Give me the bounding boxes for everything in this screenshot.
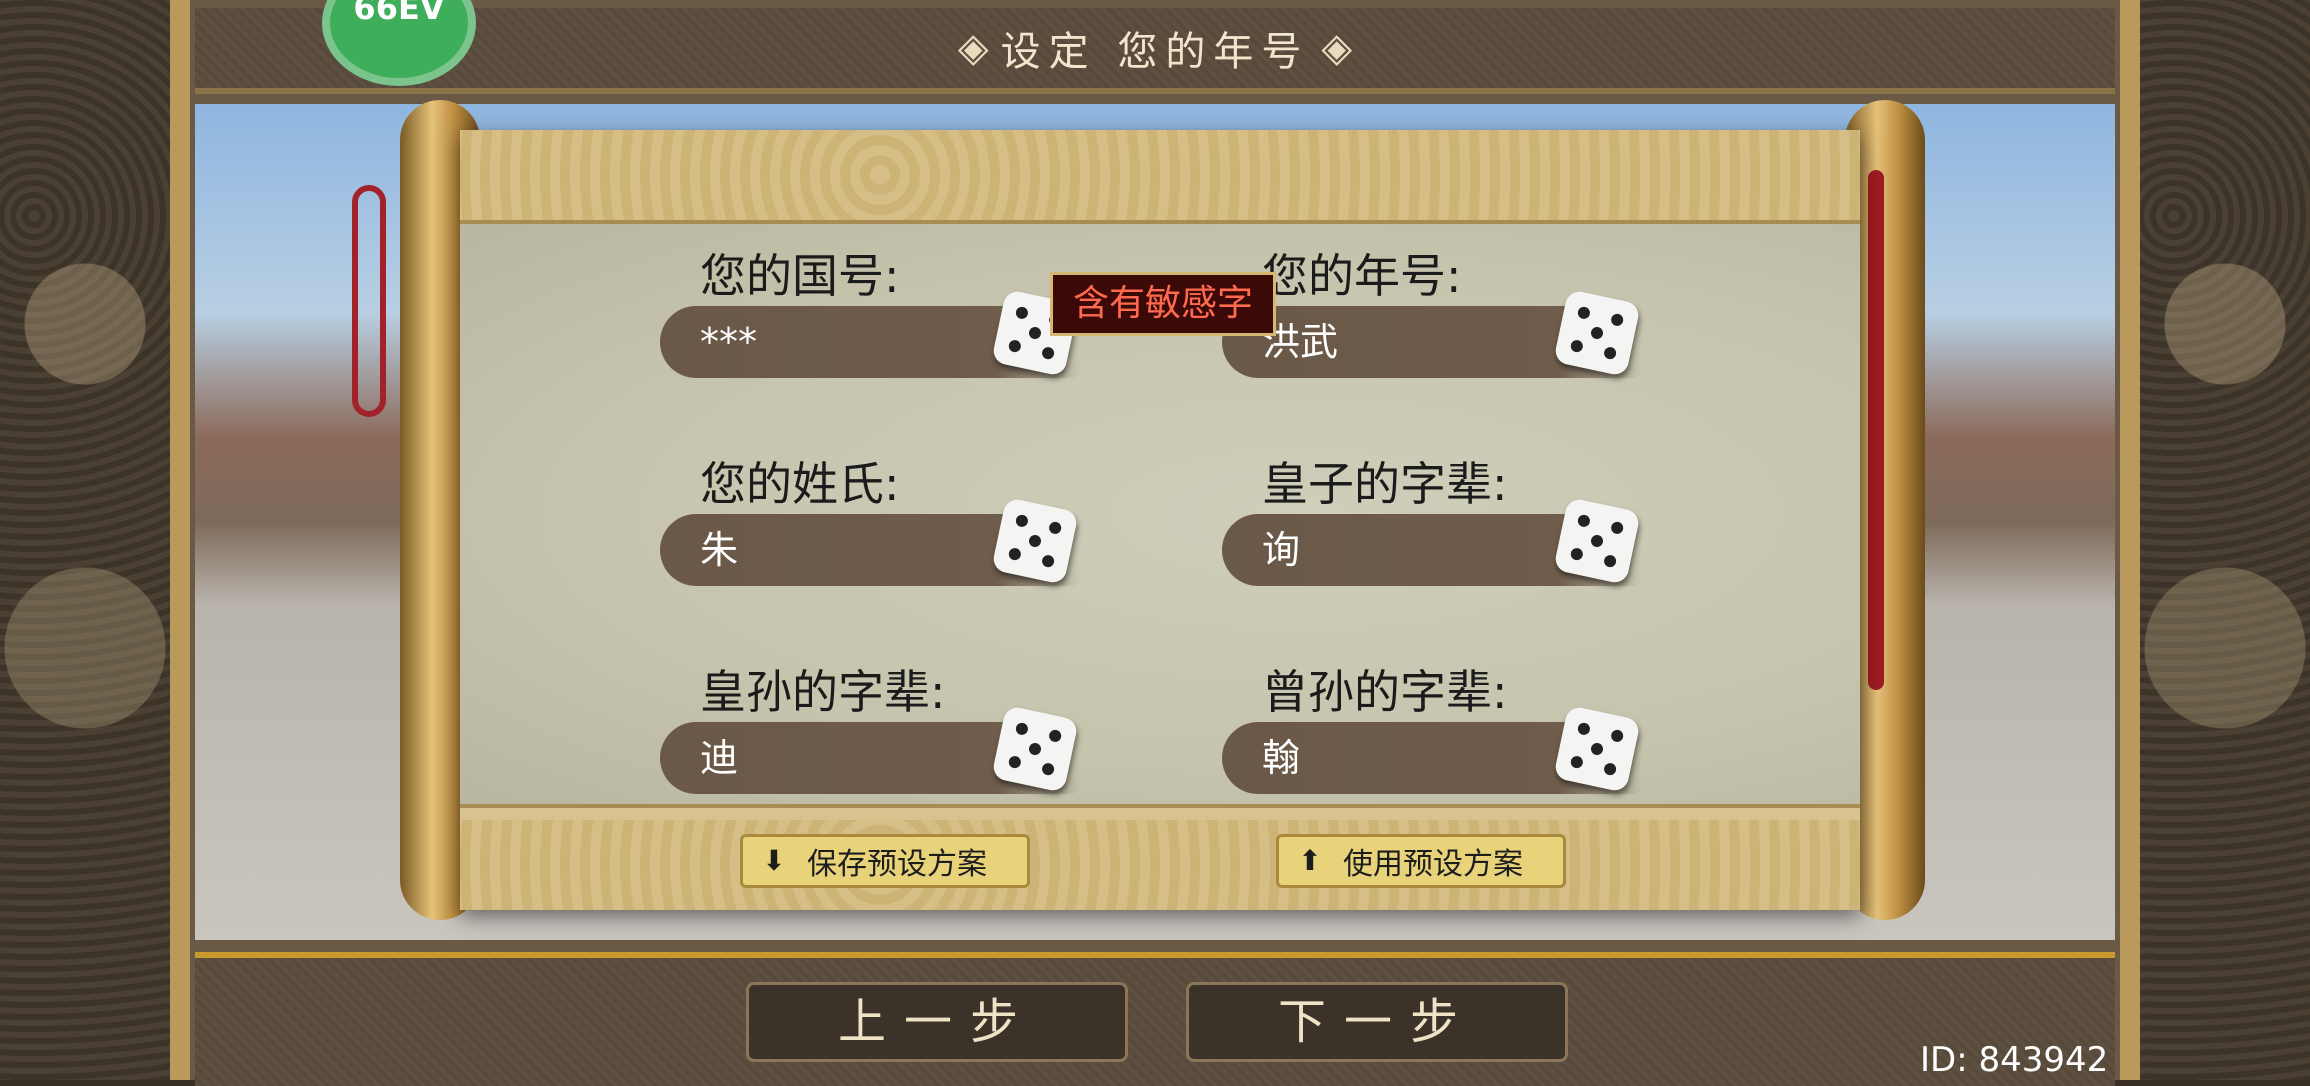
use-preset-button[interactable]: ⬆ 使用预设方案: [1276, 834, 1566, 888]
scroll-top-border: [460, 130, 1860, 220]
dice-icon[interactable]: [991, 705, 1079, 793]
scroll-bottom-border: [460, 820, 1860, 910]
tassel-left: [352, 185, 386, 417]
dice-icon[interactable]: [991, 497, 1079, 585]
right-dragon-panel: [2140, 0, 2310, 1080]
great-grandson-generation-label: 曾孙的字辈:: [1262, 665, 1508, 719]
tassel-right: [1868, 170, 1884, 690]
title-bar: ◈ 设定 您的年号 ◈: [195, 8, 2115, 94]
left-dragon-panel: [0, 0, 170, 1080]
save-preset-label: 保存预设方案: [807, 847, 987, 882]
upload-icon: ⬆: [1298, 844, 1322, 877]
prince-generation-label: 皇子的字辈:: [1262, 457, 1508, 511]
use-preset-label: 使用预设方案: [1343, 847, 1523, 882]
bottom-bar: [195, 952, 2115, 1086]
dice-icon[interactable]: [1553, 705, 1641, 793]
ornament-left-icon: ◈: [957, 25, 989, 71]
dice-icon[interactable]: [1553, 497, 1641, 585]
prev-step-button[interactable]: 上一步: [746, 982, 1128, 1062]
surname-label: 您的姓氏:: [700, 457, 900, 511]
dice-icon[interactable]: [1553, 289, 1641, 377]
ornament-right-icon: ◈: [1321, 25, 1353, 71]
grandson-generation-label: 皇孙的字辈:: [700, 665, 946, 719]
country-name-label: 您的国号:: [700, 249, 900, 303]
scroll-panel: [460, 130, 1860, 910]
sensitive-word-warning: 含有敏感字: [1050, 272, 1277, 336]
era-name-label: 您的年号:: [1262, 249, 1462, 303]
save-preset-button[interactable]: ⬇ 保存预设方案: [740, 834, 1030, 888]
next-step-button[interactable]: 下一步: [1186, 982, 1568, 1062]
download-icon: ⬇: [762, 844, 786, 877]
player-id: ID: 843942: [1920, 1040, 2109, 1080]
page-title: 设定 您的年号: [1000, 29, 1310, 75]
